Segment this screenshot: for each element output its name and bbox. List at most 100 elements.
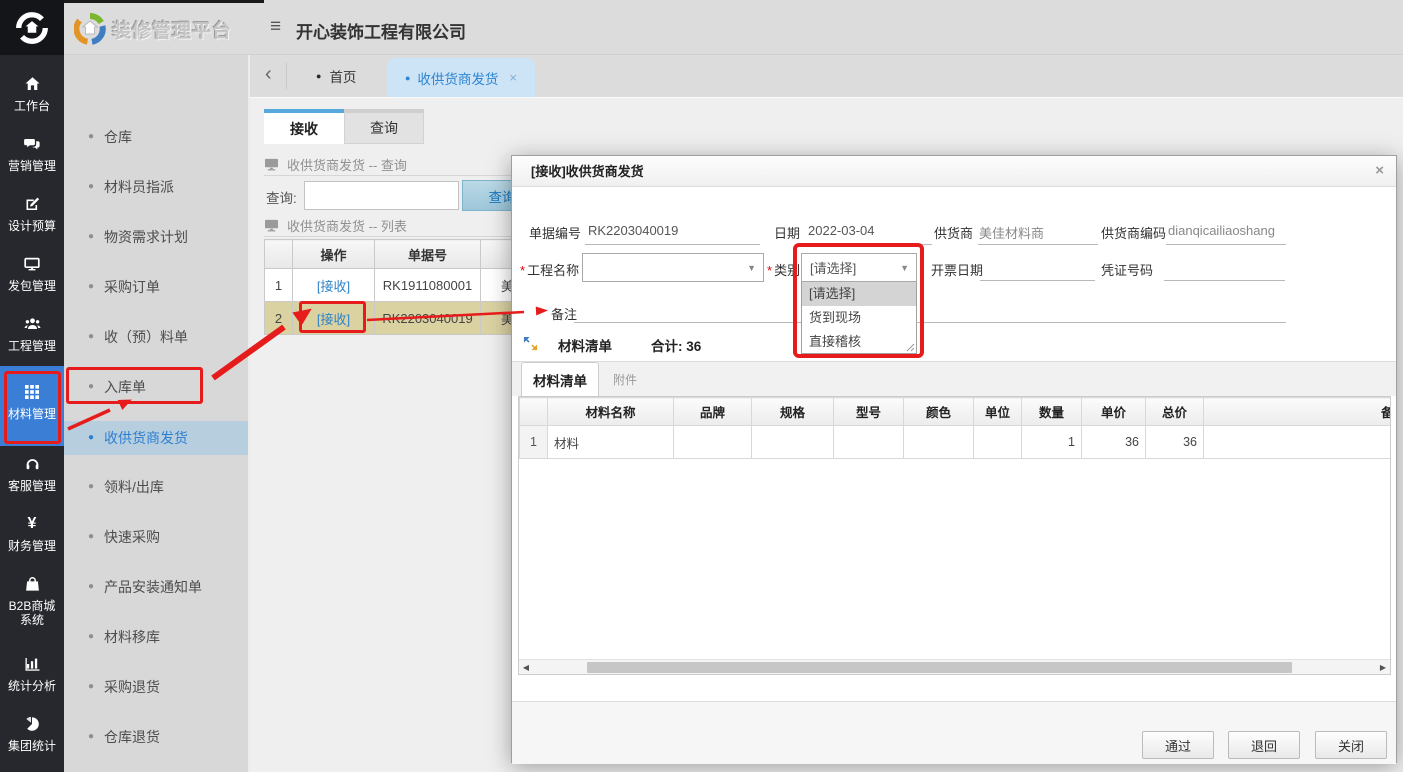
category-select[interactable]: [请选择] ▼ [801, 253, 917, 282]
return-button[interactable]: 退回 [1228, 731, 1300, 759]
pie-chart-icon [0, 714, 64, 734]
col-brand: 品牌 [674, 398, 752, 426]
bullet-icon: ● [88, 632, 94, 642]
menu-item-material-demand-plan[interactable]: ●物资需求计划 [64, 220, 248, 254]
modal-footer: 通过 退回 关闭 [512, 701, 1396, 764]
sidebar-item-customer-service[interactable]: 客服管理 [0, 446, 64, 506]
sidebar-item-contracting[interactable]: 发包管理 [0, 246, 64, 306]
monitor-icon [0, 254, 64, 274]
app-logo-square[interactable] [0, 0, 64, 55]
company-title: 开心装饰工程有限公司 [296, 18, 466, 43]
sidebar-item-statistics[interactable]: 统计分析 [0, 646, 64, 706]
supplier-underline [978, 244, 1098, 245]
modal-title: [接收]收供货商发货 [512, 156, 1396, 187]
receive-link[interactable]: [接收] [317, 279, 350, 294]
col-unit: 单位 [974, 398, 1022, 426]
sidebar-item-materials[interactable]: 材料管理 [0, 366, 64, 446]
bullet-icon: ● [88, 482, 94, 492]
sidebar-item-b2b-mall[interactable]: B2B商城系统 [0, 566, 64, 646]
expand-arrows-icon[interactable] [523, 336, 538, 351]
bullet-icon: ● [88, 682, 94, 692]
cell-model [834, 426, 904, 459]
materials-table-panel: 材料名称 品牌 规格 型号 颜色 单位 数量 单价 总价 备注 1 材料 [518, 396, 1391, 675]
required-asterisk: * [767, 263, 772, 278]
col-total-price: 总价 [1146, 398, 1204, 426]
doc-no-label: 单据编号 [529, 223, 581, 242]
app-header: 装修管理平台 ≡ 开心装饰工程有限公司 [64, 0, 1403, 55]
close-button[interactable]: 关闭 [1315, 731, 1387, 759]
category-dropdown-list: [请选择] 货到现场 直接稽核 [801, 282, 917, 354]
tab-close-icon[interactable]: × [509, 70, 517, 85]
chevron-down-icon: ▼ [747, 263, 756, 273]
col-doc-no: 单据号 [375, 240, 481, 269]
invoice-date-label: 开票日期 [931, 260, 983, 279]
tab-attachments[interactable]: 附件 [602, 362, 648, 397]
bullet-icon: ● [88, 132, 94, 142]
voucher-no-input[interactable] [1164, 280, 1285, 281]
menu-item-material-outbound[interactable]: ●领料/出库 [64, 470, 248, 504]
menu-item-warehouse-return[interactable]: ●仓库退货 [64, 720, 248, 754]
menu-item-purchase-order[interactable]: ●采购订单 [64, 270, 248, 304]
supplier-code-label: 供货商编码 [1101, 223, 1166, 242]
menu-item-inbound-order[interactable]: ●入库单 [64, 370, 248, 404]
col-unit-price: 单价 [1082, 398, 1146, 426]
menu-icon[interactable]: ≡ [270, 17, 281, 37]
cell-row-num: 1 [265, 269, 293, 302]
option-please-select[interactable]: [请选择] [802, 282, 916, 306]
query-input[interactable] [304, 181, 459, 210]
shopping-bag-icon [0, 574, 64, 594]
col-remark: 备注 [1204, 398, 1392, 426]
scroll-left-icon[interactable]: ◀ [519, 660, 533, 674]
list-section-header: 收供货商发货 -- 列表 [264, 216, 407, 235]
home-icon [0, 74, 64, 94]
sidebar-item-design-budget[interactable]: 设计预算 [0, 186, 64, 246]
back-chevron-icon[interactable]: ‹ [265, 63, 272, 86]
platform-name: 装修管理平台 [112, 16, 232, 43]
menu-item-warehouse[interactable]: ●仓库 [64, 120, 248, 154]
scroll-right-icon[interactable]: ▶ [1376, 660, 1390, 674]
option-direct-audit[interactable]: 直接稽核 [802, 330, 916, 354]
chevron-down-icon: ▼ [900, 263, 909, 273]
app-logo-icon [15, 11, 49, 45]
modal-close-icon[interactable]: × [1375, 163, 1384, 179]
project-name-select[interactable]: ▼ [582, 253, 764, 282]
tab-home[interactable]: ● 首页 [302, 55, 370, 97]
menu-item-supplier-delivery[interactable]: ●收供货商发货 [64, 421, 248, 455]
receive-delivery-modal: [接收]收供货商发货 × 单据编号 RK2203040019 日期 2022-0… [511, 155, 1397, 763]
query-label: 查询: [266, 187, 297, 207]
menu-item-quick-purchase[interactable]: ●快速采购 [64, 520, 248, 554]
tab-receive[interactable]: 接收 [264, 109, 344, 144]
menu-item-purchase-return[interactable]: ●采购退货 [64, 670, 248, 704]
bullet-icon: ● [88, 582, 94, 592]
cell-brand [674, 426, 752, 459]
sidebar-item-workbench[interactable]: 工作台 [0, 66, 64, 126]
bullet-icon: ● [88, 182, 94, 192]
menu-item-receive-material-order[interactable]: ●收（预）料单 [64, 320, 248, 354]
sidebar-item-finance[interactable]: ¥ 财务管理 [0, 506, 64, 566]
sidebar-item-engineering[interactable]: 工程管理 [0, 306, 64, 366]
option-goods-on-site[interactable]: 货到现场 [802, 306, 916, 330]
voucher-no-label: 凭证号码 [1101, 260, 1153, 279]
resize-grip-icon[interactable] [906, 343, 915, 352]
approve-button[interactable]: 通过 [1142, 731, 1214, 759]
material-list-total: 合计: 36 [651, 335, 701, 355]
tab-query[interactable]: 查询 [344, 109, 424, 144]
invoice-date-input[interactable] [980, 280, 1095, 281]
scrollbar-thumb[interactable] [587, 662, 1292, 673]
remark-input[interactable] [574, 322, 1286, 323]
receive-link[interactable]: [接收] [317, 312, 350, 327]
sidebar-item-marketing[interactable]: 营销管理 [0, 126, 64, 186]
menu-item-material-assign[interactable]: ●材料员指派 [64, 170, 248, 204]
bullet-icon: ● [88, 282, 94, 292]
cell-doc-no: RK1911080001 [375, 269, 481, 302]
horizontal-scrollbar[interactable]: ◀ ▶ [519, 659, 1390, 674]
menu-item-material-transfer[interactable]: ●材料移库 [64, 620, 248, 654]
tab-supplier-delivery[interactable]: ● 收供货商发货 × [387, 58, 535, 97]
bullet-icon: ● [88, 433, 94, 443]
bullet-icon: ● [88, 382, 94, 392]
col-action: 操作 [293, 240, 375, 269]
menu-item-install-notice[interactable]: ●产品安装通知单 [64, 570, 248, 604]
page-tab-bar: ‹ ● 首页 ● 收供货商发货 × [248, 55, 1403, 97]
tab-material-list[interactable]: 材料清单 [521, 362, 599, 397]
sidebar-item-group-stats[interactable]: 集团统计 [0, 706, 64, 766]
